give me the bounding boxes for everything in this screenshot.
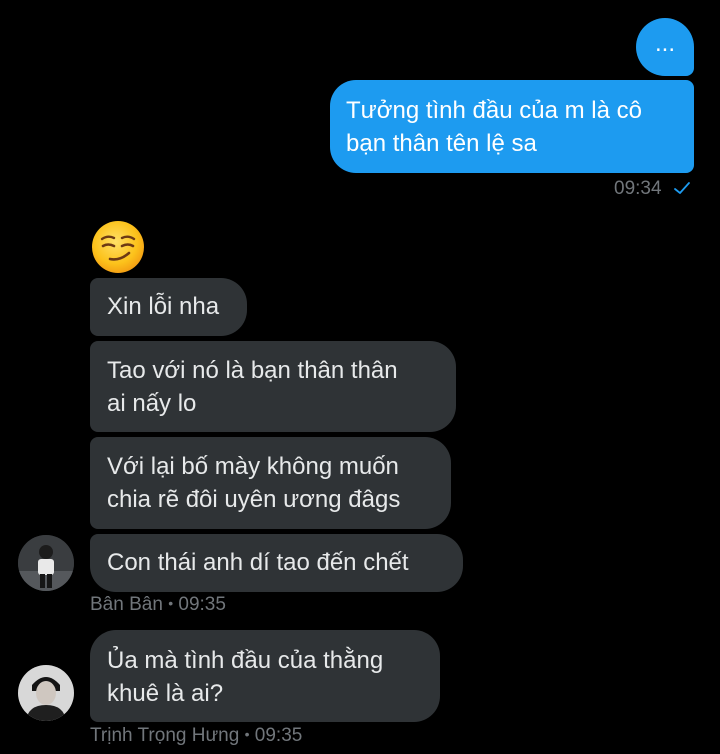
incoming-message[interactable]: Với lại bố mày không muốn chia rẽ đôi uy… — [90, 437, 451, 529]
meta-separator: • — [244, 726, 250, 742]
outgoing-message[interactable]: Tưởng tình đầu của m là cô bạn thân tên … — [330, 80, 694, 173]
message-line: Tao với nó là bạn thân thân — [107, 357, 398, 384]
message-line: Tưởng tình đầu của m là cô — [346, 97, 642, 124]
avatar[interactable] — [18, 665, 74, 721]
outgoing-message-typing[interactable]: ... — [636, 18, 694, 76]
avatar[interactable] — [18, 535, 74, 591]
message-line: khuê là ai? — [107, 680, 224, 707]
sender-name[interactable]: Trịnh Trọng Hưng — [90, 725, 239, 746]
message-line: Con thái anh dí tao đến chết — [107, 549, 409, 576]
message-line: Với lại bố mày không muốn — [107, 453, 399, 480]
message-line: Xin lỗi nha — [107, 293, 220, 320]
message-time: 09:35 — [254, 725, 303, 746]
meta-separator: • — [168, 595, 174, 611]
sender-meta: Trịnh Trọng Hưng • 09:35 — [90, 725, 302, 747]
incoming-message[interactable]: Ủa mà tình đầu của thằng khuê là ai? — [90, 630, 440, 722]
sender-meta: Bân Bân • 09:35 — [90, 594, 226, 616]
smirking-face-emoji-icon — [92, 221, 144, 273]
incoming-message[interactable]: Con thái anh dí tao đến chết — [90, 534, 463, 592]
sender-name[interactable]: Bân Bân — [90, 594, 163, 615]
incoming-message[interactable]: Xin lỗi nha — [90, 278, 247, 336]
outgoing-timestamp: 09:34 — [614, 178, 691, 200]
message-time: 09:34 — [614, 178, 662, 199]
check-icon — [673, 182, 690, 194]
message-line: chia rẽ đôi uyên ương đâgs — [107, 486, 401, 513]
incoming-message[interactable]: Tao với nó là bạn thân thân ai nấy lo — [90, 341, 456, 432]
user-photo-icon — [18, 535, 74, 591]
message-line: Ủa mà tình đầu của thằng — [107, 647, 384, 674]
user-photo-icon — [18, 665, 74, 721]
message-time: 09:35 — [178, 594, 226, 615]
message-line: bạn thân tên lệ sa — [346, 130, 537, 157]
message-line: ai nấy lo — [107, 390, 197, 417]
message-text: ... — [654, 30, 675, 57]
